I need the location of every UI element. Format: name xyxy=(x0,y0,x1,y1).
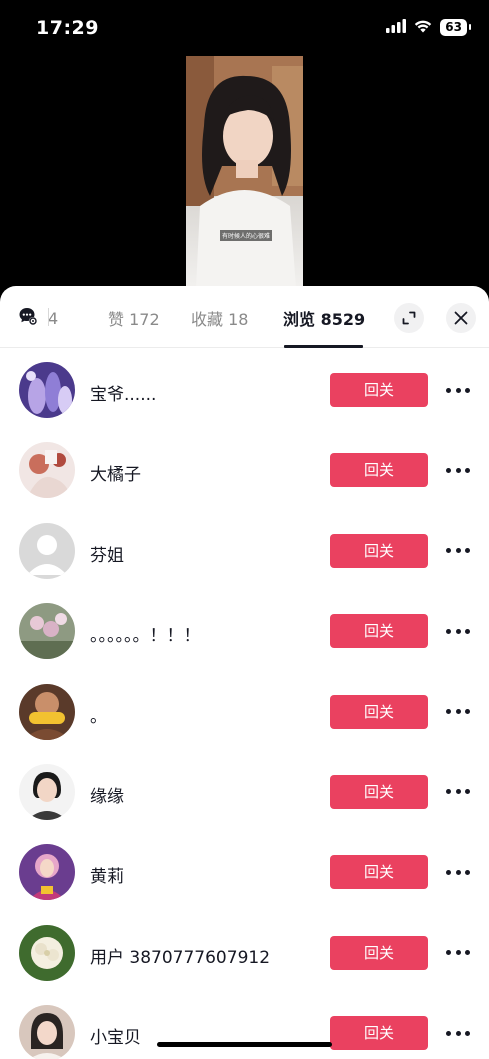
tab-divider xyxy=(48,308,49,326)
list-item[interactable]: 。 回关 xyxy=(0,671,489,751)
username: 用户 3870777607912 xyxy=(90,947,271,968)
more-options-button[interactable] xyxy=(446,620,470,642)
list-item[interactable]: 用户 3870777607912 回关 xyxy=(0,912,489,992)
username: 。。。。。。！！！ xyxy=(90,626,201,647)
username: 。 xyxy=(90,706,107,727)
comment-settings-icon xyxy=(18,306,38,330)
follow-back-button[interactable]: 回关 xyxy=(330,373,428,407)
avatar[interactable] xyxy=(19,763,75,820)
follow-back-button[interactable]: 回关 xyxy=(330,694,428,729)
follow-back-button[interactable]: 回关 xyxy=(330,774,428,809)
avatar[interactable] xyxy=(19,522,75,579)
username: 宝爷...... xyxy=(90,385,157,405)
expand-icon xyxy=(402,311,416,325)
follow-back-button[interactable]: 回关 xyxy=(330,855,428,890)
follow-back-button[interactable]: 回关 xyxy=(330,614,428,649)
status-bar: 17:29 63 xyxy=(0,0,489,56)
status-time: 17:29 xyxy=(36,17,99,39)
wifi-icon xyxy=(414,18,432,37)
more-options-button[interactable] xyxy=(446,459,470,481)
list-item[interactable]: 。。。。。。！！！ 回关 xyxy=(0,590,489,670)
close-button[interactable] xyxy=(446,303,476,333)
more-options-button[interactable] xyxy=(446,781,470,803)
tab-views[interactable]: 浏览 8529 xyxy=(283,306,365,330)
username: 大橘子 xyxy=(90,465,141,486)
tab-favorites[interactable]: 收藏 18 xyxy=(191,306,248,330)
tab-likes[interactable]: 赞 172 xyxy=(108,306,160,330)
avatar[interactable] xyxy=(19,924,75,981)
list-item[interactable]: 大橘子 回关 xyxy=(0,429,489,509)
more-options-button[interactable] xyxy=(446,701,470,723)
list-item[interactable]: 芬姐 回关 xyxy=(0,510,489,590)
list-item[interactable]: 小宝贝 回关 xyxy=(0,992,489,1059)
avatar[interactable] xyxy=(19,844,75,901)
follow-back-button[interactable]: 回关 xyxy=(330,453,428,488)
comments-count: 4 xyxy=(48,308,59,328)
username: 小宝贝 xyxy=(90,1028,141,1049)
video-preview[interactable]: 有时候人的心很难 xyxy=(0,56,489,296)
viewers-sheet: 4 赞 172 收藏 18 浏览 8529 宝爷...... 回关 大橘子 回关… xyxy=(0,286,489,1059)
tab-bar: 4 赞 172 收藏 18 浏览 8529 xyxy=(0,286,489,348)
list-item[interactable]: 宝爷...... 回关 xyxy=(0,349,489,429)
avatar[interactable] xyxy=(19,683,75,740)
avatar[interactable] xyxy=(19,362,75,418)
username: 黄莉 xyxy=(90,867,124,888)
list-item[interactable]: 缘缘 回关 xyxy=(0,751,489,831)
viewer-list: 宝爷...... 回关 大橘子 回关 芬姐 回关 。。。。。。！！！ 回关 。 … xyxy=(0,349,489,1059)
active-tab-underline xyxy=(284,345,363,348)
close-icon xyxy=(454,311,468,325)
status-icons: 63 xyxy=(386,18,471,37)
more-options-button[interactable] xyxy=(446,540,470,562)
battery-icon: 63 xyxy=(440,19,471,36)
more-options-button[interactable] xyxy=(446,379,470,401)
home-indicator[interactable] xyxy=(157,1042,332,1047)
more-options-button[interactable] xyxy=(446,861,470,883)
expand-button[interactable] xyxy=(394,303,424,333)
signal-icon xyxy=(386,18,407,37)
follow-back-button[interactable]: 回关 xyxy=(330,935,428,970)
video-frame-image xyxy=(186,56,303,288)
username: 芬姐 xyxy=(90,545,124,566)
more-options-button[interactable] xyxy=(446,1022,470,1044)
video-thumbnail[interactable]: 有时候人的心很难 xyxy=(186,56,303,288)
follow-back-button[interactable]: 回关 xyxy=(330,1016,428,1051)
follow-back-button[interactable]: 回关 xyxy=(330,533,428,568)
video-subtitle: 有时候人的心很难 xyxy=(220,230,273,241)
tab-comments[interactable]: 4 xyxy=(18,306,58,330)
avatar[interactable] xyxy=(19,1005,75,1059)
username: 缘缘 xyxy=(90,786,124,807)
more-options-button[interactable] xyxy=(446,942,470,964)
avatar[interactable] xyxy=(19,603,75,660)
list-item[interactable]: 黄莉 回关 xyxy=(0,831,489,911)
avatar[interactable] xyxy=(19,442,75,499)
